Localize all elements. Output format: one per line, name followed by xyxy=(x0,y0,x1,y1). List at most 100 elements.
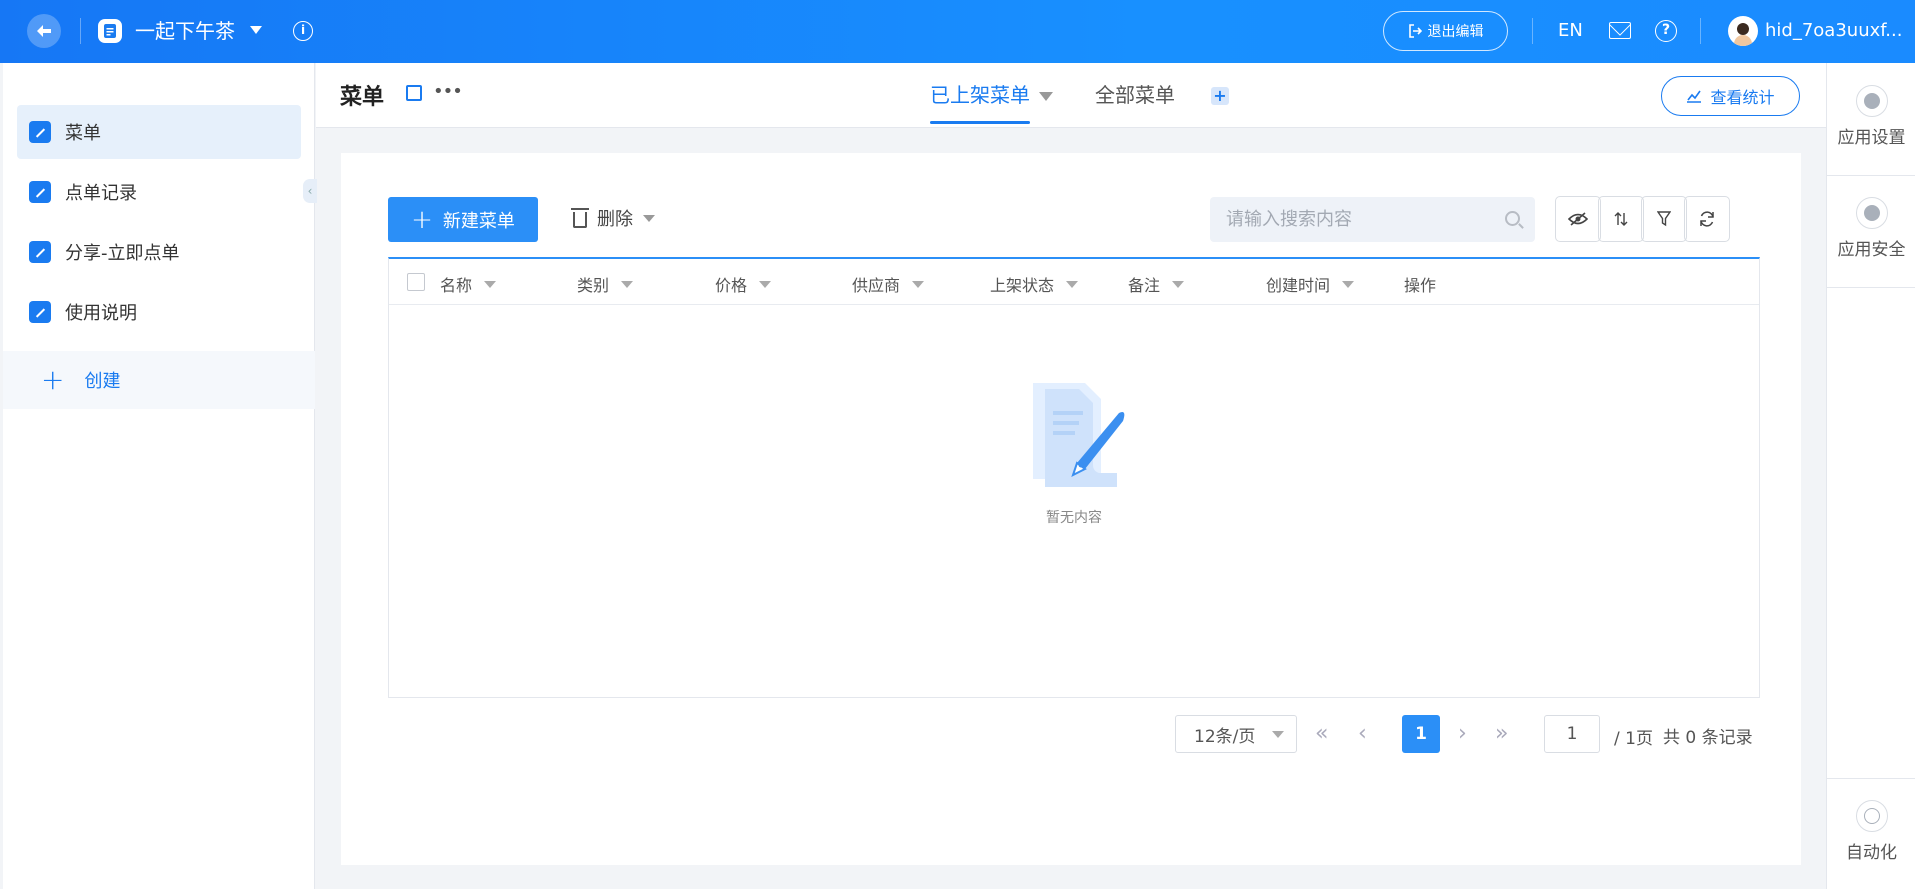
avatar[interactable] xyxy=(1728,16,1758,46)
delete-label: 删除 xyxy=(597,209,633,230)
sidebar-item-instructions[interactable]: 使用说明 xyxy=(17,285,301,339)
sidebar: 菜单 点单记录 分享-立即点单 使用说明 + 创建 ‹ xyxy=(3,63,317,889)
edit-form-icon xyxy=(29,241,51,263)
content-card: + 新建菜单 删除 名称 类别 价格 供应商 上架状态 备注 创建时间 操作 xyxy=(341,153,1801,865)
divider xyxy=(1827,175,1915,176)
hide-fields-button[interactable] xyxy=(1555,196,1601,242)
search-icon[interactable] xyxy=(1505,211,1520,226)
total-pages: / 1页 xyxy=(1614,729,1653,749)
exit-edit-button[interactable]: 退出编辑 xyxy=(1383,11,1508,51)
logout-icon xyxy=(1408,24,1422,38)
app-settings-label: 应用设置 xyxy=(1837,128,1906,148)
column-header-notes[interactable]: 备注 xyxy=(1128,272,1185,296)
more-icon[interactable]: ••• xyxy=(433,81,463,102)
add-tab-button[interactable]: + xyxy=(1211,87,1229,105)
page-header: 菜单 ••• 已上架菜单 全部菜单 + 查看统计 xyxy=(316,63,1826,128)
mail-icon[interactable] xyxy=(1609,22,1631,39)
page-size-value: 12条/页 xyxy=(1194,726,1256,747)
chevron-down-icon[interactable] xyxy=(250,26,262,34)
collapse-sidebar-icon[interactable]: ‹ xyxy=(303,179,317,203)
column-header-status[interactable]: 上架状态 xyxy=(990,272,1079,296)
column-header-supplier[interactable]: 供应商 xyxy=(852,272,925,296)
data-table: 名称 类别 价格 供应商 上架状态 备注 创建时间 操作 暂无内容 xyxy=(388,257,1760,698)
create-label: 创建 xyxy=(84,371,121,392)
view-stats-label: 查看统计 xyxy=(1710,88,1775,107)
sidebar-item-share-order[interactable]: 分享-立即点单 xyxy=(17,225,301,279)
help-icon[interactable]: ? xyxy=(1655,20,1677,42)
prev-page-icon[interactable]: ‹ xyxy=(1358,721,1367,747)
new-menu-button[interactable]: + 新建菜单 xyxy=(388,197,538,242)
app-security-button[interactable]: 应用安全 xyxy=(1827,197,1915,260)
divider xyxy=(1532,18,1533,44)
sort-button[interactable] xyxy=(1598,196,1644,242)
sort-icon xyxy=(1614,212,1628,226)
chevron-down-icon xyxy=(1272,731,1284,738)
gear-icon xyxy=(1855,85,1888,117)
chevron-down-icon xyxy=(484,280,497,288)
sidebar-item-order-records[interactable]: 点单记录 xyxy=(17,165,301,219)
create-button[interactable]: + 创建 xyxy=(3,351,315,409)
next-page-icon[interactable]: › xyxy=(1458,721,1467,747)
chevron-down-icon[interactable] xyxy=(1039,92,1053,101)
edit-form-icon xyxy=(29,301,51,323)
chevron-down-icon xyxy=(1172,280,1185,288)
divider xyxy=(1700,18,1701,44)
sidebar-item-label: 分享-立即点单 xyxy=(65,243,180,264)
page-size-select[interactable]: 12条/页 xyxy=(1175,715,1297,753)
table-header: 名称 类别 价格 供应商 上架状态 备注 创建时间 操作 xyxy=(389,259,1759,305)
tab-listed-menu[interactable]: 已上架菜单 xyxy=(930,81,1030,109)
info-icon[interactable]: i xyxy=(293,21,313,41)
total-records: 共 0 条记录 xyxy=(1663,728,1753,748)
sidebar-item-menu[interactable]: 菜单 xyxy=(17,105,301,159)
divider xyxy=(1827,287,1915,288)
eye-off-icon xyxy=(1568,212,1588,226)
empty-state: 暂无内容 xyxy=(389,379,1759,527)
tab-all-menu[interactable]: 全部菜单 xyxy=(1095,81,1175,109)
chevron-down-icon xyxy=(912,280,925,288)
app-icon xyxy=(98,19,122,43)
column-header-category[interactable]: 类别 xyxy=(577,272,634,296)
chevron-down-icon xyxy=(1066,280,1079,288)
shield-icon xyxy=(1855,197,1888,229)
select-all-checkbox[interactable] xyxy=(407,273,425,291)
page-jump-input[interactable] xyxy=(1544,715,1600,753)
sidebar-item-label: 点单记录 xyxy=(65,183,137,204)
app-security-label: 应用安全 xyxy=(1837,240,1906,260)
search-input[interactable] xyxy=(1210,197,1535,242)
first-page-icon[interactable]: « xyxy=(1315,721,1328,747)
divider xyxy=(1827,778,1915,779)
refresh-icon xyxy=(1700,211,1714,227)
filter-button[interactable] xyxy=(1641,196,1687,242)
delete-button[interactable]: 删除 xyxy=(571,205,655,231)
column-header-name[interactable]: 名称 xyxy=(440,272,497,296)
chevron-down-icon xyxy=(621,280,634,288)
filter-icon xyxy=(1657,211,1671,227)
edit-icon[interactable] xyxy=(406,85,422,101)
automation-label: 自动化 xyxy=(1846,843,1897,863)
page-number-current[interactable]: 1 xyxy=(1402,715,1440,753)
refresh-button[interactable] xyxy=(1684,196,1730,242)
view-stats-button[interactable]: 查看统计 xyxy=(1661,76,1800,116)
edit-form-icon xyxy=(29,121,51,143)
column-header-price[interactable]: 价格 xyxy=(715,272,772,296)
back-icon[interactable] xyxy=(27,14,61,48)
automation-button[interactable]: 自动化 xyxy=(1827,800,1915,863)
username[interactable]: hid_7oa3uuxf... xyxy=(1765,19,1905,43)
column-header-actions: 操作 xyxy=(1404,276,1437,295)
divider xyxy=(80,18,81,44)
language-switch[interactable]: EN xyxy=(1558,19,1583,43)
chevron-down-icon xyxy=(1342,280,1355,288)
tab-active-indicator xyxy=(930,121,1030,124)
chevron-down-icon xyxy=(759,280,772,288)
app-settings-button[interactable]: 应用设置 xyxy=(1827,85,1915,148)
app-title[interactable]: 一起下午茶 xyxy=(135,17,235,45)
edit-form-icon xyxy=(29,181,51,203)
top-bar: 一起下午茶 i 退出编辑 EN ? hid_7oa3uuxf... xyxy=(0,0,1915,63)
column-header-created-time[interactable]: 创建时间 xyxy=(1266,272,1355,296)
chevron-down-icon xyxy=(643,214,655,222)
sidebar-item-label: 菜单 xyxy=(65,123,101,144)
plus-icon: + xyxy=(411,204,433,235)
last-page-icon[interactable]: » xyxy=(1495,721,1508,747)
new-menu-label: 新建菜单 xyxy=(442,210,515,232)
trash-icon xyxy=(571,207,589,228)
